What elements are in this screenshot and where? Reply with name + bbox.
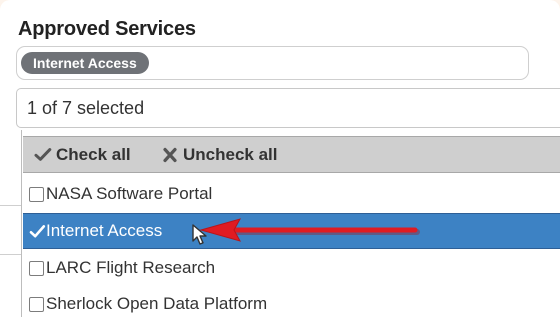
section-title: Approved Services (18, 18, 196, 40)
selection-summary: 1 of 7 selected (27, 98, 145, 118)
option-checkbox[interactable] (29, 296, 44, 312)
dropdown-actions-bar: Check all Uncheck all (23, 136, 560, 173)
x-icon (163, 147, 177, 163)
option-sherlock-open-data-platform[interactable]: Sherlock Open Data Platform (23, 286, 560, 317)
tag-internet-access[interactable]: Internet Access (21, 52, 149, 74)
approved-services-panel: Approved Services Internet Access 1 of 7… (0, 0, 560, 317)
option-label: LARC Flight Research (46, 258, 216, 277)
option-nasa-software-portal[interactable]: NASA Software Portal (23, 176, 560, 212)
uncheck-all-button[interactable]: Uncheck all (161, 143, 278, 167)
option-larc-flight-research[interactable]: LARC Flight Research (23, 250, 560, 286)
option-checkbox[interactable] (29, 260, 44, 276)
check-icon (29, 224, 46, 237)
check-all-button[interactable]: Check all (34, 143, 131, 167)
check-all-label: Check all (56, 145, 131, 164)
check-icon (34, 148, 52, 161)
selected-tags-field[interactable]: Internet Access (16, 46, 529, 80)
left-divider (0, 254, 22, 255)
approved-services-select[interactable]: 1 of 7 selected (16, 88, 560, 128)
approved-services-screen: Approved Services Internet Access 1 of 7… (0, 0, 560, 317)
option-label: NASA Software Portal (46, 184, 213, 203)
option-checkbox[interactable] (29, 186, 44, 202)
red-arrow-icon (199, 218, 420, 242)
option-label: Internet Access (46, 221, 163, 240)
uncheck-all-label: Uncheck all (183, 145, 278, 164)
option-label: Sherlock Open Data Platform (46, 294, 268, 313)
left-divider (0, 205, 22, 206)
